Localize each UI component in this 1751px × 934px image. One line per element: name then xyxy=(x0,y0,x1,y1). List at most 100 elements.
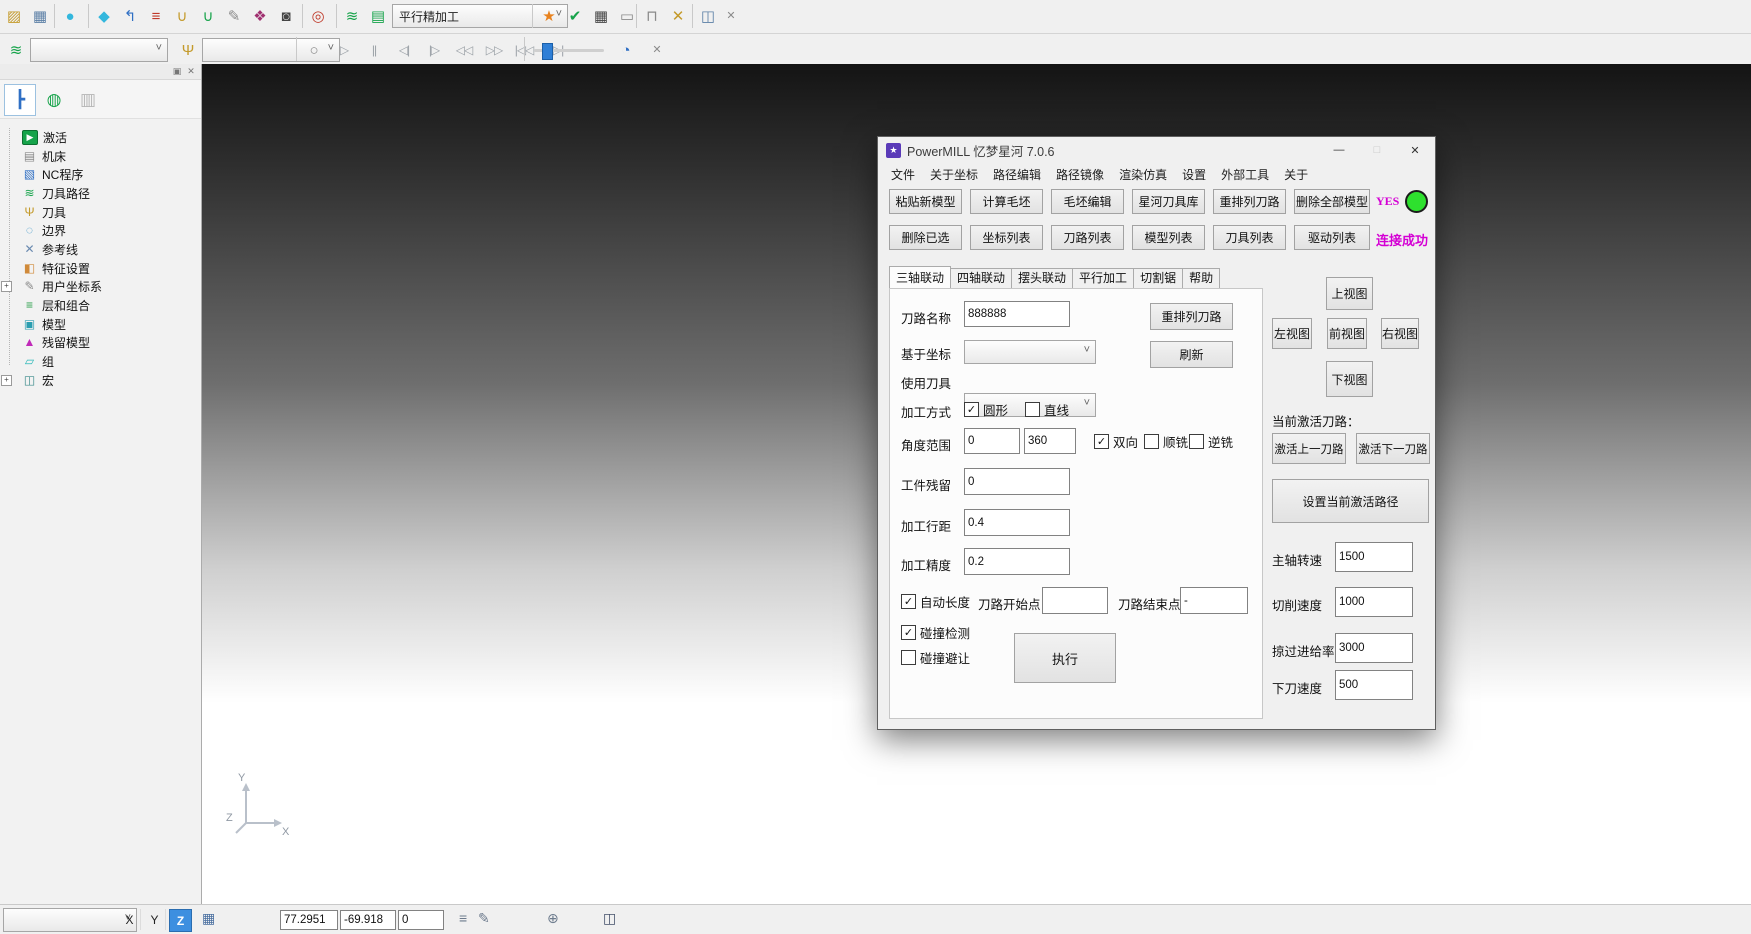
leads-links-icon[interactable]: ∪ xyxy=(196,4,220,28)
view-bottom-button[interactable]: 下视图 xyxy=(1326,361,1373,397)
toolpath-list-button[interactable]: 刀路列表 xyxy=(1051,225,1124,250)
tool-library-button[interactable]: 星河刀具库 xyxy=(1132,189,1205,214)
expand-icon[interactable]: + xyxy=(1,375,12,386)
simulation-speed-slider[interactable] xyxy=(534,49,604,52)
conventional-mill-checkbox[interactable]: 逆铣 xyxy=(1189,432,1233,451)
start-point-input[interactable] xyxy=(1042,587,1108,614)
statusbar-dropdown[interactable] xyxy=(3,908,137,932)
rearrange-toolpaths-button[interactable]: 重排列刀路 xyxy=(1213,189,1286,214)
axis-z-button[interactable]: Z xyxy=(169,909,192,932)
feeds-speeds-icon[interactable]: ≡ xyxy=(144,4,168,28)
refresh-button[interactable]: 刷新 xyxy=(1150,341,1233,368)
tab-head[interactable]: 摆头联动 xyxy=(1012,268,1073,289)
calculator-icon[interactable]: ▦ xyxy=(589,4,613,28)
tree-item-nc-programs[interactable]: ▧NC程序 xyxy=(0,165,83,183)
panel-float-button[interactable]: ▣ xyxy=(171,65,183,77)
verify-icon[interactable]: ✔ xyxy=(563,4,587,28)
web-view-button[interactable]: ◍ xyxy=(38,84,70,116)
tree-item-levels[interactable]: ≡层和组合 xyxy=(0,296,90,314)
open-project-icon[interactable]: ▨ xyxy=(2,4,26,28)
angle-from-input[interactable] xyxy=(964,428,1020,454)
edit-icon[interactable]: ✎ xyxy=(478,910,490,927)
end-point-input[interactable] xyxy=(1180,587,1248,614)
toolbar-close-icon[interactable]: ✕ xyxy=(722,7,740,25)
minimize-button[interactable]: — xyxy=(1319,137,1359,163)
view-left-button[interactable]: 左视图 xyxy=(1272,318,1312,349)
toolpath-dropdown[interactable] xyxy=(30,38,168,62)
stock-allowance-input[interactable] xyxy=(964,468,1070,495)
tab-3axis[interactable]: 三轴联动 xyxy=(889,266,951,288)
coordinate-y-input[interactable] xyxy=(340,910,396,930)
nc-output-icon[interactable]: ◫ xyxy=(696,4,720,28)
workplane-edit-icon[interactable]: ✎ xyxy=(222,4,246,28)
coordinate-z-input[interactable] xyxy=(398,910,444,930)
activate-next-button[interactable]: 激活下一刀路 xyxy=(1356,433,1430,464)
block-edit-button[interactable]: 毛坯编辑 xyxy=(1051,189,1124,214)
coord-list-button[interactable]: 坐标列表 xyxy=(970,225,1043,250)
tree-item-feature-sets[interactable]: ◧特征设置 xyxy=(0,259,90,277)
strategy-list-icon[interactable]: ▤ xyxy=(366,4,390,28)
execute-button[interactable]: 执行 xyxy=(1014,633,1116,683)
spindle-speed-input[interactable] xyxy=(1335,542,1413,572)
save-project-icon[interactable]: ▦ xyxy=(28,4,52,28)
menu-file[interactable]: 文件 xyxy=(891,166,915,183)
light-icon[interactable]: ○ xyxy=(302,38,326,62)
clock-icon[interactable]: ◔ xyxy=(614,38,638,62)
skim-feed-input[interactable] xyxy=(1335,633,1413,663)
tree-item-machine[interactable]: ▤机床 xyxy=(0,147,66,165)
list-icon[interactable]: ≡ xyxy=(459,910,467,926)
play-icon[interactable]: ▷ xyxy=(332,38,356,62)
drive-list-button[interactable]: 驱动列表 xyxy=(1294,225,1370,250)
grid-icon[interactable]: ▦ xyxy=(202,910,215,927)
maximize-button[interactable]: □ xyxy=(1357,137,1397,163)
split-view-icon[interactable]: ◫ xyxy=(603,910,616,927)
pause-icon[interactable]: || xyxy=(362,38,386,62)
tree-item-models[interactable]: ▣模型 xyxy=(0,315,66,333)
delete-selected-button[interactable]: 删除已选 xyxy=(889,225,962,250)
tree-item-stock-models[interactable]: ▲残留模型 xyxy=(0,333,90,351)
fast-forward-icon[interactable]: ▷▷ xyxy=(482,38,506,62)
view-right-button[interactable]: 右视图 xyxy=(1381,318,1419,349)
auto-length-checkbox[interactable]: ✓自动长度 xyxy=(901,592,970,611)
mode-line-checkbox[interactable]: 直线 xyxy=(1025,400,1069,419)
menu-external[interactable]: 外部工具 xyxy=(1221,166,1269,183)
rewind-icon[interactable]: ◁◁ xyxy=(452,38,476,62)
calc-block-button[interactable]: 计算毛坯 xyxy=(970,189,1043,214)
tree-item-patterns[interactable]: ✕参考线 xyxy=(0,240,78,258)
panel-close-button[interactable]: ✕ xyxy=(185,65,197,77)
delete-all-models-button[interactable]: 删除全部模型 xyxy=(1294,189,1370,214)
tool-list-button[interactable]: 刀具列表 xyxy=(1213,225,1286,250)
toolpath-name-input[interactable] xyxy=(964,301,1070,327)
tree-item-macros[interactable]: +◫宏 xyxy=(0,371,54,389)
stepover-input[interactable] xyxy=(964,509,1070,536)
tab-parallel[interactable]: 平行加工 xyxy=(1073,268,1134,289)
cutting-feed-input[interactable] xyxy=(1335,587,1413,617)
tree-item-groups[interactable]: ▱组 xyxy=(0,352,54,370)
paste-model-button[interactable]: 粘贴新模型 xyxy=(889,189,962,214)
menu-path-mirror[interactable]: 路径镜像 xyxy=(1056,166,1104,183)
toolmaker-icon[interactable]: ★ xyxy=(537,4,561,28)
simulate-icon[interactable]: ◎ xyxy=(306,4,330,28)
angle-to-input[interactable] xyxy=(1024,428,1076,454)
collision-check-checkbox[interactable]: ✓碰撞检测 xyxy=(901,623,970,642)
menu-coordinates[interactable]: 关于坐标 xyxy=(930,166,978,183)
mode-circle-checkbox[interactable]: ✓圆形 xyxy=(964,400,1008,419)
collision-avoid-checkbox[interactable]: 碰撞避让 xyxy=(901,648,970,667)
tab-4axis[interactable]: 四轴联动 xyxy=(951,268,1012,289)
view-top-button[interactable]: 上视图 xyxy=(1326,277,1373,310)
close-button[interactable]: ✕ xyxy=(1395,137,1435,163)
exchange-icon[interactable]: ✕ xyxy=(666,4,690,28)
step-forward-icon[interactable]: |▷ xyxy=(422,38,446,62)
bidirectional-checkbox[interactable]: ✓双向 xyxy=(1094,432,1138,451)
axis-x-button[interactable]: X xyxy=(119,909,141,930)
probe-icon[interactable]: ⊕ xyxy=(547,910,559,927)
view-front-button[interactable]: 前视图 xyxy=(1327,318,1367,349)
step-back-icon[interactable]: ◁| xyxy=(392,38,416,62)
tolerance-input[interactable] xyxy=(964,548,1070,575)
pattern-icon[interactable]: ❖ xyxy=(248,4,272,28)
menu-settings[interactable]: 设置 xyxy=(1182,166,1206,183)
tree-item-tools[interactable]: Ψ刀具 xyxy=(0,203,66,221)
tree-item-workplanes[interactable]: +✎用户坐标系 xyxy=(0,277,102,295)
model-list-button[interactable]: 模型列表 xyxy=(1132,225,1205,250)
base-coord-dropdown[interactable] xyxy=(964,340,1096,364)
